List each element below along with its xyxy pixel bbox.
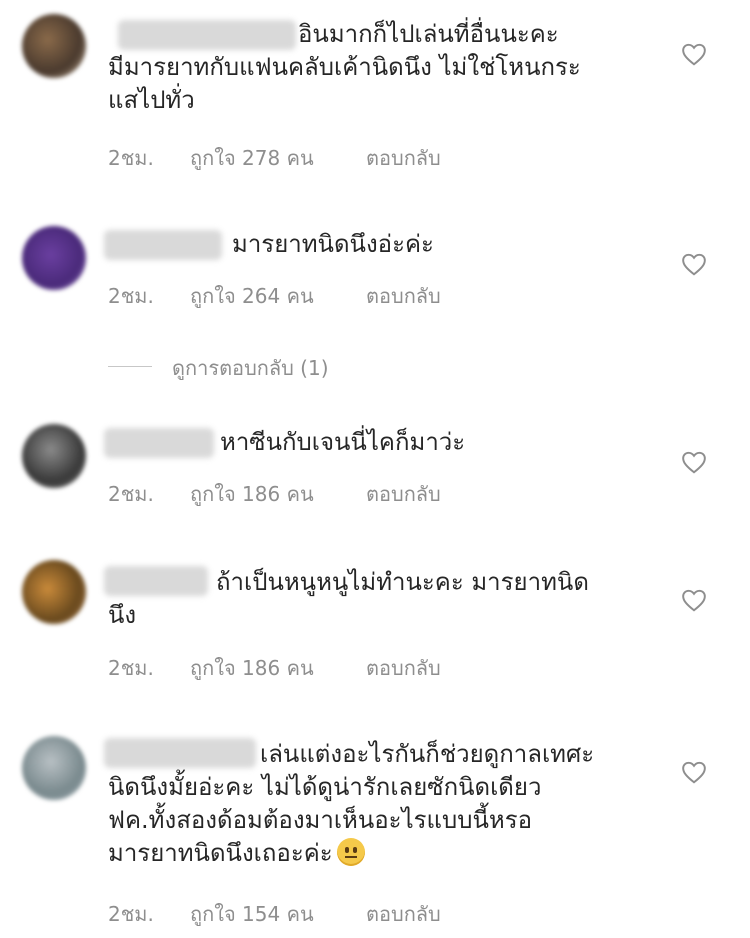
heart-icon[interactable]	[681, 450, 707, 474]
likes-count[interactable]: ถูกใจ 264 คน	[190, 280, 314, 312]
avatar[interactable]	[22, 736, 86, 800]
likes-count[interactable]: ถูกใจ 278 คน	[190, 142, 314, 174]
reply-button[interactable]: ตอบกลับ	[366, 280, 441, 312]
likes-count[interactable]: ถูกใจ 186 คน	[190, 652, 314, 684]
neutral-face-emoji-icon	[336, 838, 365, 866]
heart-icon[interactable]	[681, 760, 707, 784]
replies-divider	[108, 366, 152, 367]
view-replies-label: ดูการตอบกลับ (1)	[172, 356, 329, 380]
avatar[interactable]	[22, 14, 86, 78]
comment-time: 2ชม.	[108, 902, 154, 926]
comment-text: เล่นแต่งอะไรกันก็ช่วยดูกาลเทศะ นิดนึงมั้…	[108, 740, 595, 867]
reply-button[interactable]: ตอบกลับ	[366, 478, 441, 510]
avatar[interactable]	[22, 560, 86, 624]
reply-button[interactable]: ตอบกลับ	[366, 898, 441, 930]
reply-button[interactable]: ตอบกลับ	[366, 652, 441, 684]
comment-text: อินมากก็ไปเล่นที่อื่นนะคะ มีมารยาทกับแฟน…	[108, 20, 581, 114]
comment-time: 2ชม.	[108, 482, 154, 506]
avatar[interactable]	[22, 226, 86, 290]
heart-icon[interactable]	[681, 588, 707, 612]
comment-text: ถ้าเป็นหนูหนูไม่ทำนะคะ มารยาทนิด นึง	[108, 568, 589, 629]
heart-icon[interactable]	[681, 42, 707, 66]
heart-icon[interactable]	[681, 252, 707, 276]
comment-text: มารยาทนิดนึงอ่ะค่ะ	[232, 230, 434, 258]
comment-time: 2ชม.	[108, 284, 154, 308]
comment-time: 2ชม.	[108, 656, 154, 680]
likes-count[interactable]: ถูกใจ 154 คน	[190, 898, 314, 930]
comment-text: หาซีนกับเจนนี่ไคก็มาว่ะ	[220, 428, 466, 456]
avatar[interactable]	[22, 424, 86, 488]
likes-count[interactable]: ถูกใจ 186 คน	[190, 478, 314, 510]
reply-button[interactable]: ตอบกลับ	[366, 142, 441, 174]
comment-time: 2ชม.	[108, 146, 154, 170]
